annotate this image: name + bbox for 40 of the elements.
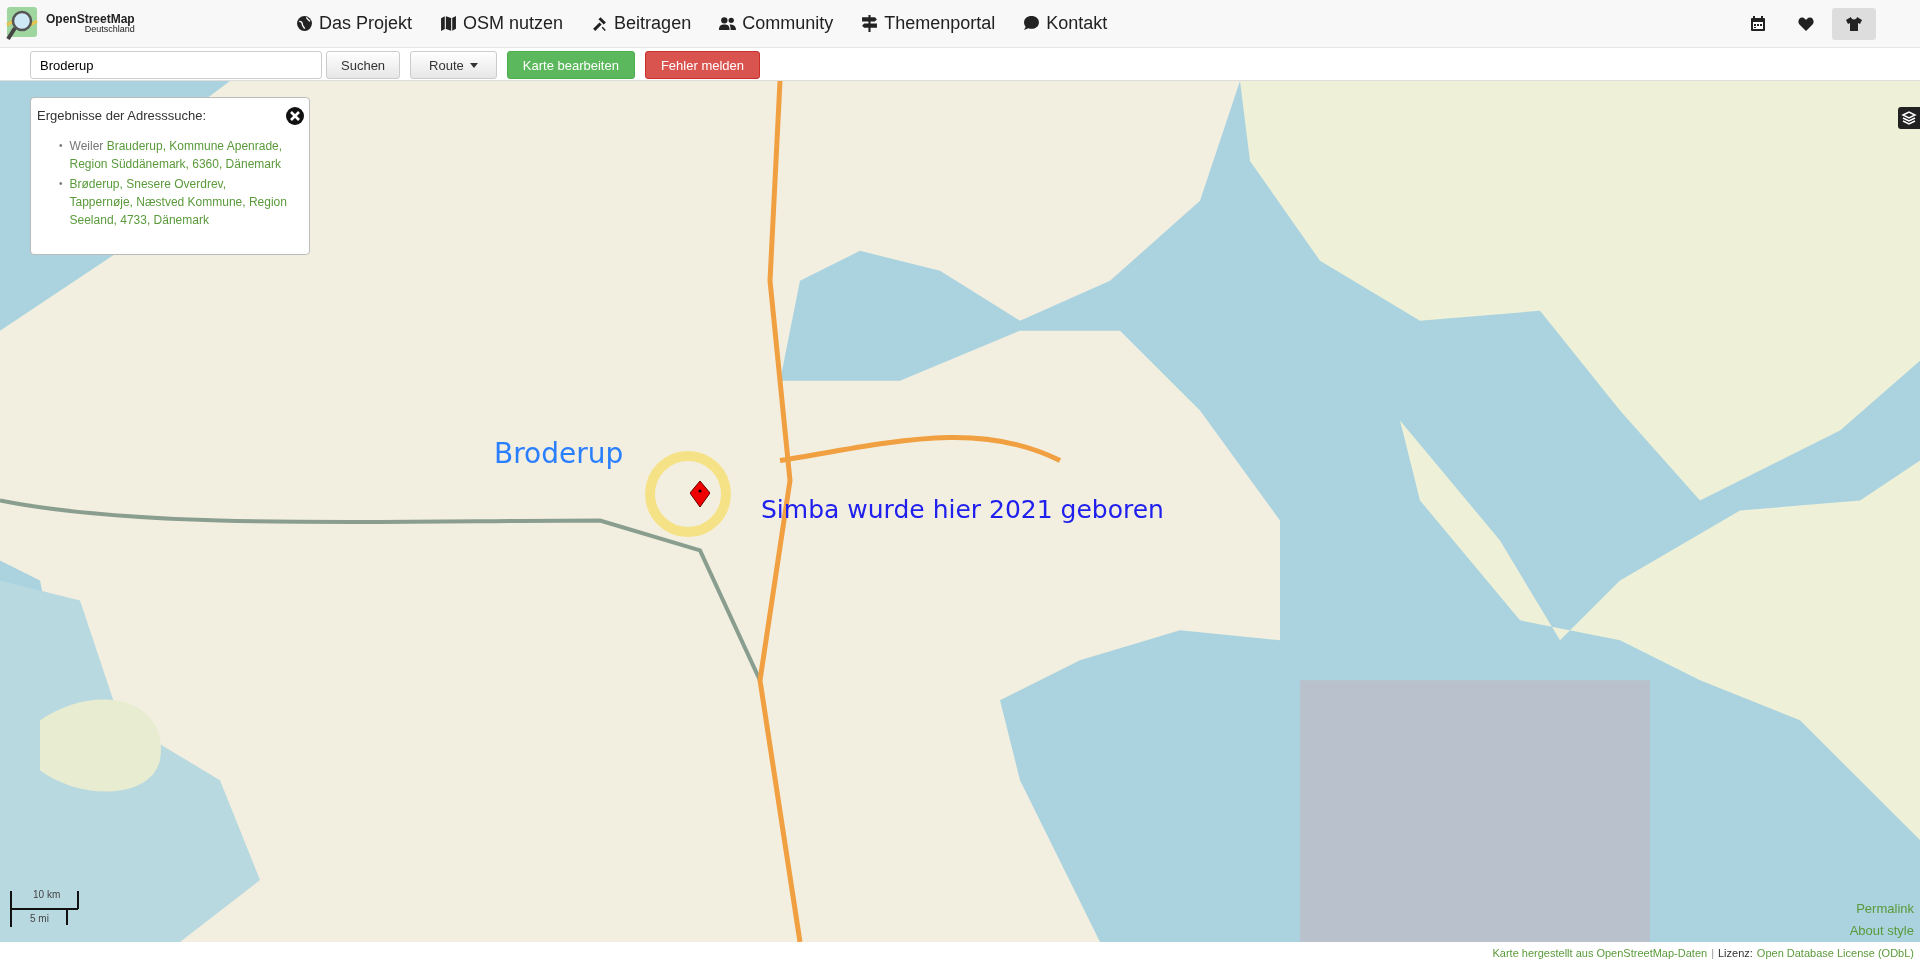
calendar-icon — [1750, 15, 1766, 32]
tools-icon — [591, 15, 609, 32]
close-icon — [285, 106, 305, 126]
nav-link[interactable]: Themenportal — [861, 13, 996, 34]
map-marker-icon — [690, 481, 710, 507]
nav-link[interactable]: Community — [719, 13, 834, 34]
scale-bar — [10, 889, 80, 927]
nav-link[interactable]: Kontakt — [1023, 13, 1108, 34]
license-label: Lizenz: — [1718, 947, 1753, 959]
scale-imperial: 5 mi — [30, 913, 49, 924]
search-field[interactable]: Broderup — [30, 51, 322, 79]
speech-bubble-icon — [1023, 15, 1041, 32]
license-link[interactable]: Open Database License (ODbL) — [1756, 947, 1914, 959]
search-button[interactable]: Suchen — [326, 51, 401, 79]
shirt-button[interactable] — [1832, 7, 1876, 40]
separator-text: | — [1711, 947, 1714, 959]
result-item[interactable]: Weiler Brauderup, Kommune Apenrade, Region Süddänemark, 6360, Dänemark — [69, 137, 289, 173]
layers-button[interactable] — [1898, 107, 1920, 129]
list-bullet: • — [59, 177, 63, 191]
scale-metric: 10 km — [33, 889, 61, 900]
nav-link[interactable]: Beitragen — [591, 13, 692, 34]
nav-link[interactable]: Das Projekt — [296, 13, 413, 34]
nav-link[interactable]: OSM nutzen — [440, 13, 564, 34]
data-source-link[interactable]: Karte hergestellt aus OpenStreetMap-Daten — [1492, 947, 1708, 959]
result-item[interactable]: Brøderup, Snesere Overdrev, Tappernøje, Næstved Kommune, Region Seeland, 4733, Dänemark — [69, 175, 289, 229]
caret-icon — [469, 62, 478, 68]
close-button[interactable] — [285, 106, 305, 126]
report-error-button[interactable]: Fehler melden — [644, 51, 761, 79]
route-button[interactable]: Route — [410, 51, 497, 79]
map-icon — [440, 15, 458, 32]
brand-subtitle: Deutschland — [84, 25, 135, 34]
results-title: Ergebnisse der Adresssuche: — [37, 108, 207, 123]
brand-name[interactable]: OpenStreetMap — [46, 13, 135, 25]
list-bullet: • — [59, 139, 63, 153]
globe-icon — [296, 15, 313, 32]
annotation-text: Broderup — [494, 437, 624, 470]
heart-icon — [1798, 15, 1814, 32]
people-icon — [719, 15, 737, 32]
shirt-icon — [1846, 15, 1862, 32]
signpost-icon — [861, 15, 879, 32]
